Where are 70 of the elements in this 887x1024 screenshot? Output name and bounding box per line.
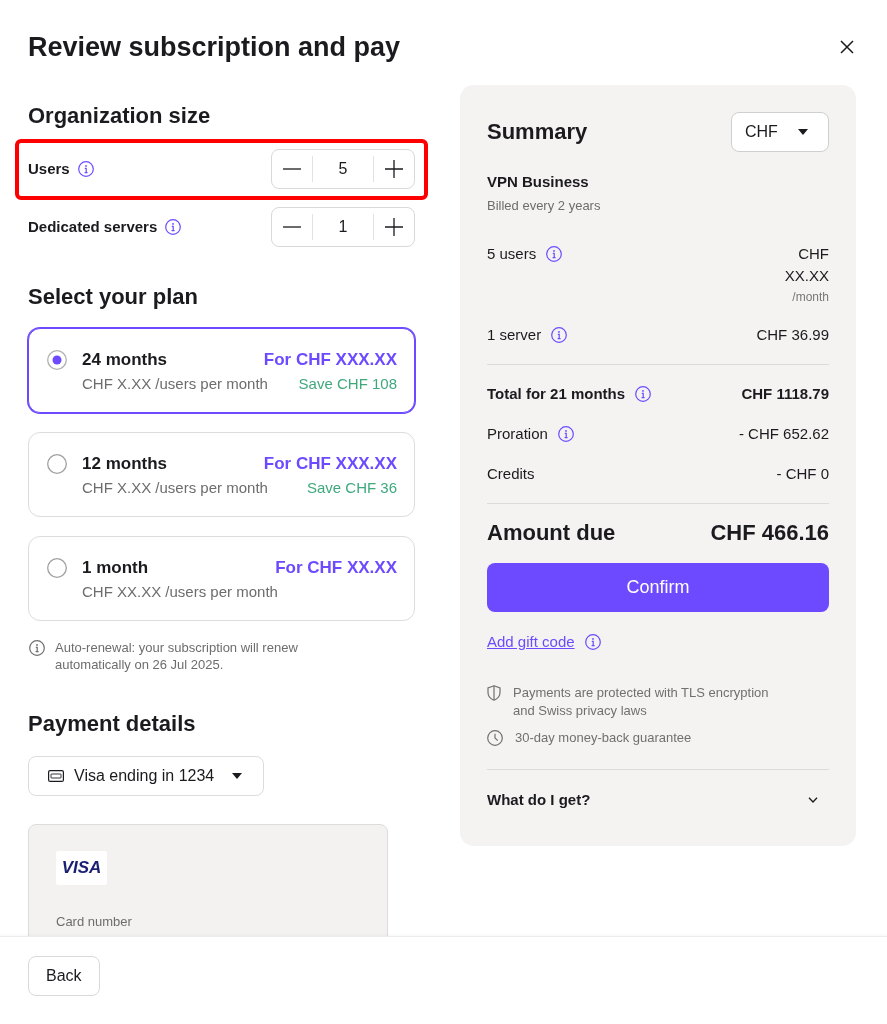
plan-rate: CHF XX.XX /users per month [82,582,278,602]
amount-due-label: Amount due [487,519,616,547]
line-item-label: Credits [487,464,535,484]
product-name: VPN Business [487,172,590,192]
info-icon[interactable] [635,386,652,402]
plan-price: For CHF XXX.XX [263,453,397,475]
note-text: Auto-renewal: your subscription will renew automatically on 26 Jul 2025. [55,639,299,673]
summary-heading: Summary [487,118,588,146]
billing-period: Billed every 2 years [487,197,602,215]
plan-price: For CHF XX.XX [275,557,397,579]
info-icon[interactable] [77,161,94,177]
plus-icon[interactable] [384,160,403,178]
radio-button[interactable] [47,350,67,370]
line-item-amount: CHF 36.99 [756,325,829,345]
assurance-text: 30-day money-back guarantee [515,729,692,747]
info-icon[interactable] [546,246,563,262]
plan-title: 1 month [82,557,149,579]
line-item-amount: - CHF 652.62 [738,424,829,444]
assurance-text: Payments are protected with TLS encryption and Swiss privacy laws [513,684,770,720]
field-label: Users [28,159,70,179]
currency-select[interactable]: CHF [731,112,829,152]
plan-savings: Save CHF 36 [306,478,397,498]
field-label: Dedicated servers [28,217,158,237]
plus-icon[interactable] [384,218,403,236]
info-icon[interactable] [29,640,45,656]
info-icon[interactable] [584,634,601,650]
price-unit: /month [792,289,829,305]
card-brand-logo: VISA [56,851,107,885]
info-icon[interactable] [165,219,182,235]
line-item-label: 1 server [487,325,542,345]
info-icon[interactable] [557,426,574,442]
plan-title: 24 months [82,349,168,371]
line-item-amount: CHF 1118.79 [741,384,829,404]
field-label: Card number [56,914,133,930]
caret-icon [798,129,808,135]
radio-button[interactable] [47,454,67,474]
quantity-stepper[interactable]: 1 [271,207,415,247]
plan-card[interactable]: 1 month For CHF XX.XX CHF XX.XX /users per month [28,536,415,621]
quantity-field[interactable]: 5 [312,156,374,182]
close-icon[interactable] [840,40,854,54]
section-heading: Select your plan [28,283,199,311]
plan-savings: Save CHF 108 [298,374,397,394]
section-heading: Organization size [28,102,212,130]
card-icon [48,770,64,782]
plan-card[interactable]: 12 months For CHF XXX.XX CHF X.XX /users per month Save CHF 36 [28,432,415,517]
caret-icon [232,773,242,779]
plan-card[interactable]: 24 months For CHF XXX.XX CHF X.XX /users per month Save CHF 108 [28,328,415,413]
line-item-label: 5 users [487,244,537,264]
quantity-field[interactable]: 1 [312,214,374,240]
plan-rate: CHF X.XX /users per month [82,478,268,498]
back-button[interactable]: Back [28,956,100,996]
plan-rate: CHF X.XX /users per month [82,374,268,394]
line-item-label: Total for 21 months [487,384,626,404]
amount-due-value: CHF 466.16 [710,519,829,547]
plan-title: 12 months [82,453,168,475]
dialog-title: Review subscription and pay [28,31,401,63]
clock-icon [487,730,503,746]
faq-toggle[interactable]: What do I get? [487,790,829,810]
line-item-amount: CHF XX.XX [784,244,829,286]
radio-button[interactable] [47,558,67,578]
section-heading: Payment details [28,710,197,738]
quantity-stepper[interactable]: 5 [271,149,415,189]
line-item-label: Proration [487,424,548,444]
confirm-button[interactable]: Confirm [487,563,829,612]
info-icon[interactable] [551,327,568,343]
shield-icon [487,685,501,701]
payment-method-select[interactable]: Visa ending in 1234 [28,756,264,796]
gift-code-link[interactable]: Add gift code [487,632,575,652]
plan-price: For CHF XXX.XX [263,349,397,371]
line-item-amount: - CHF 0 [776,464,829,484]
